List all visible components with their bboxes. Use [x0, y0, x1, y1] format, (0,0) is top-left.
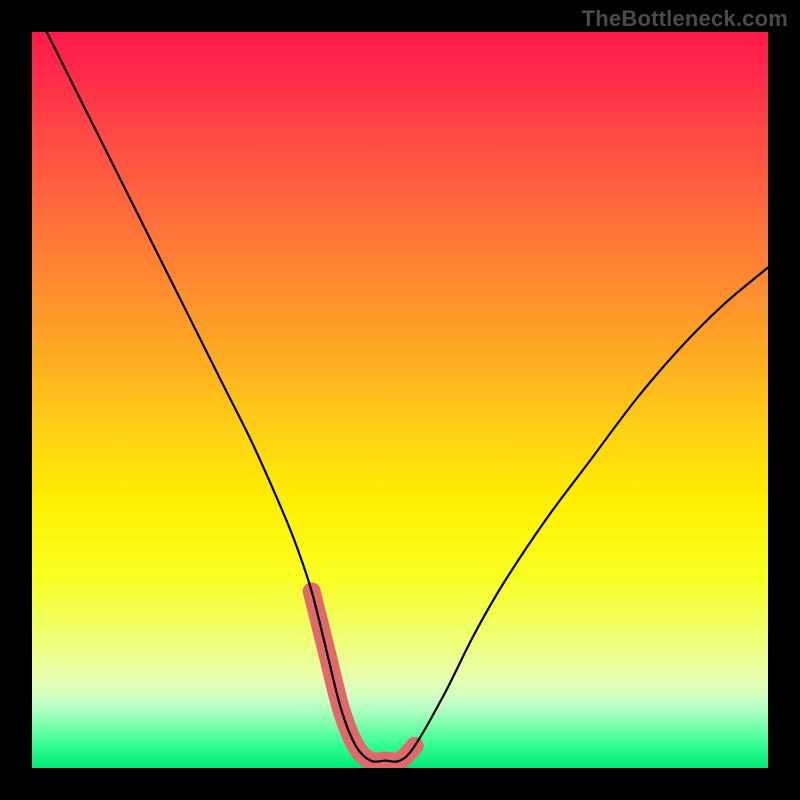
watermark-text: TheBottleneck.com: [582, 6, 788, 32]
plot-area: [32, 32, 768, 768]
highlight-segment: [312, 591, 415, 761]
chart-container: TheBottleneck.com: [0, 0, 800, 800]
curve-svg: [32, 32, 768, 768]
main-curve: [47, 32, 768, 762]
